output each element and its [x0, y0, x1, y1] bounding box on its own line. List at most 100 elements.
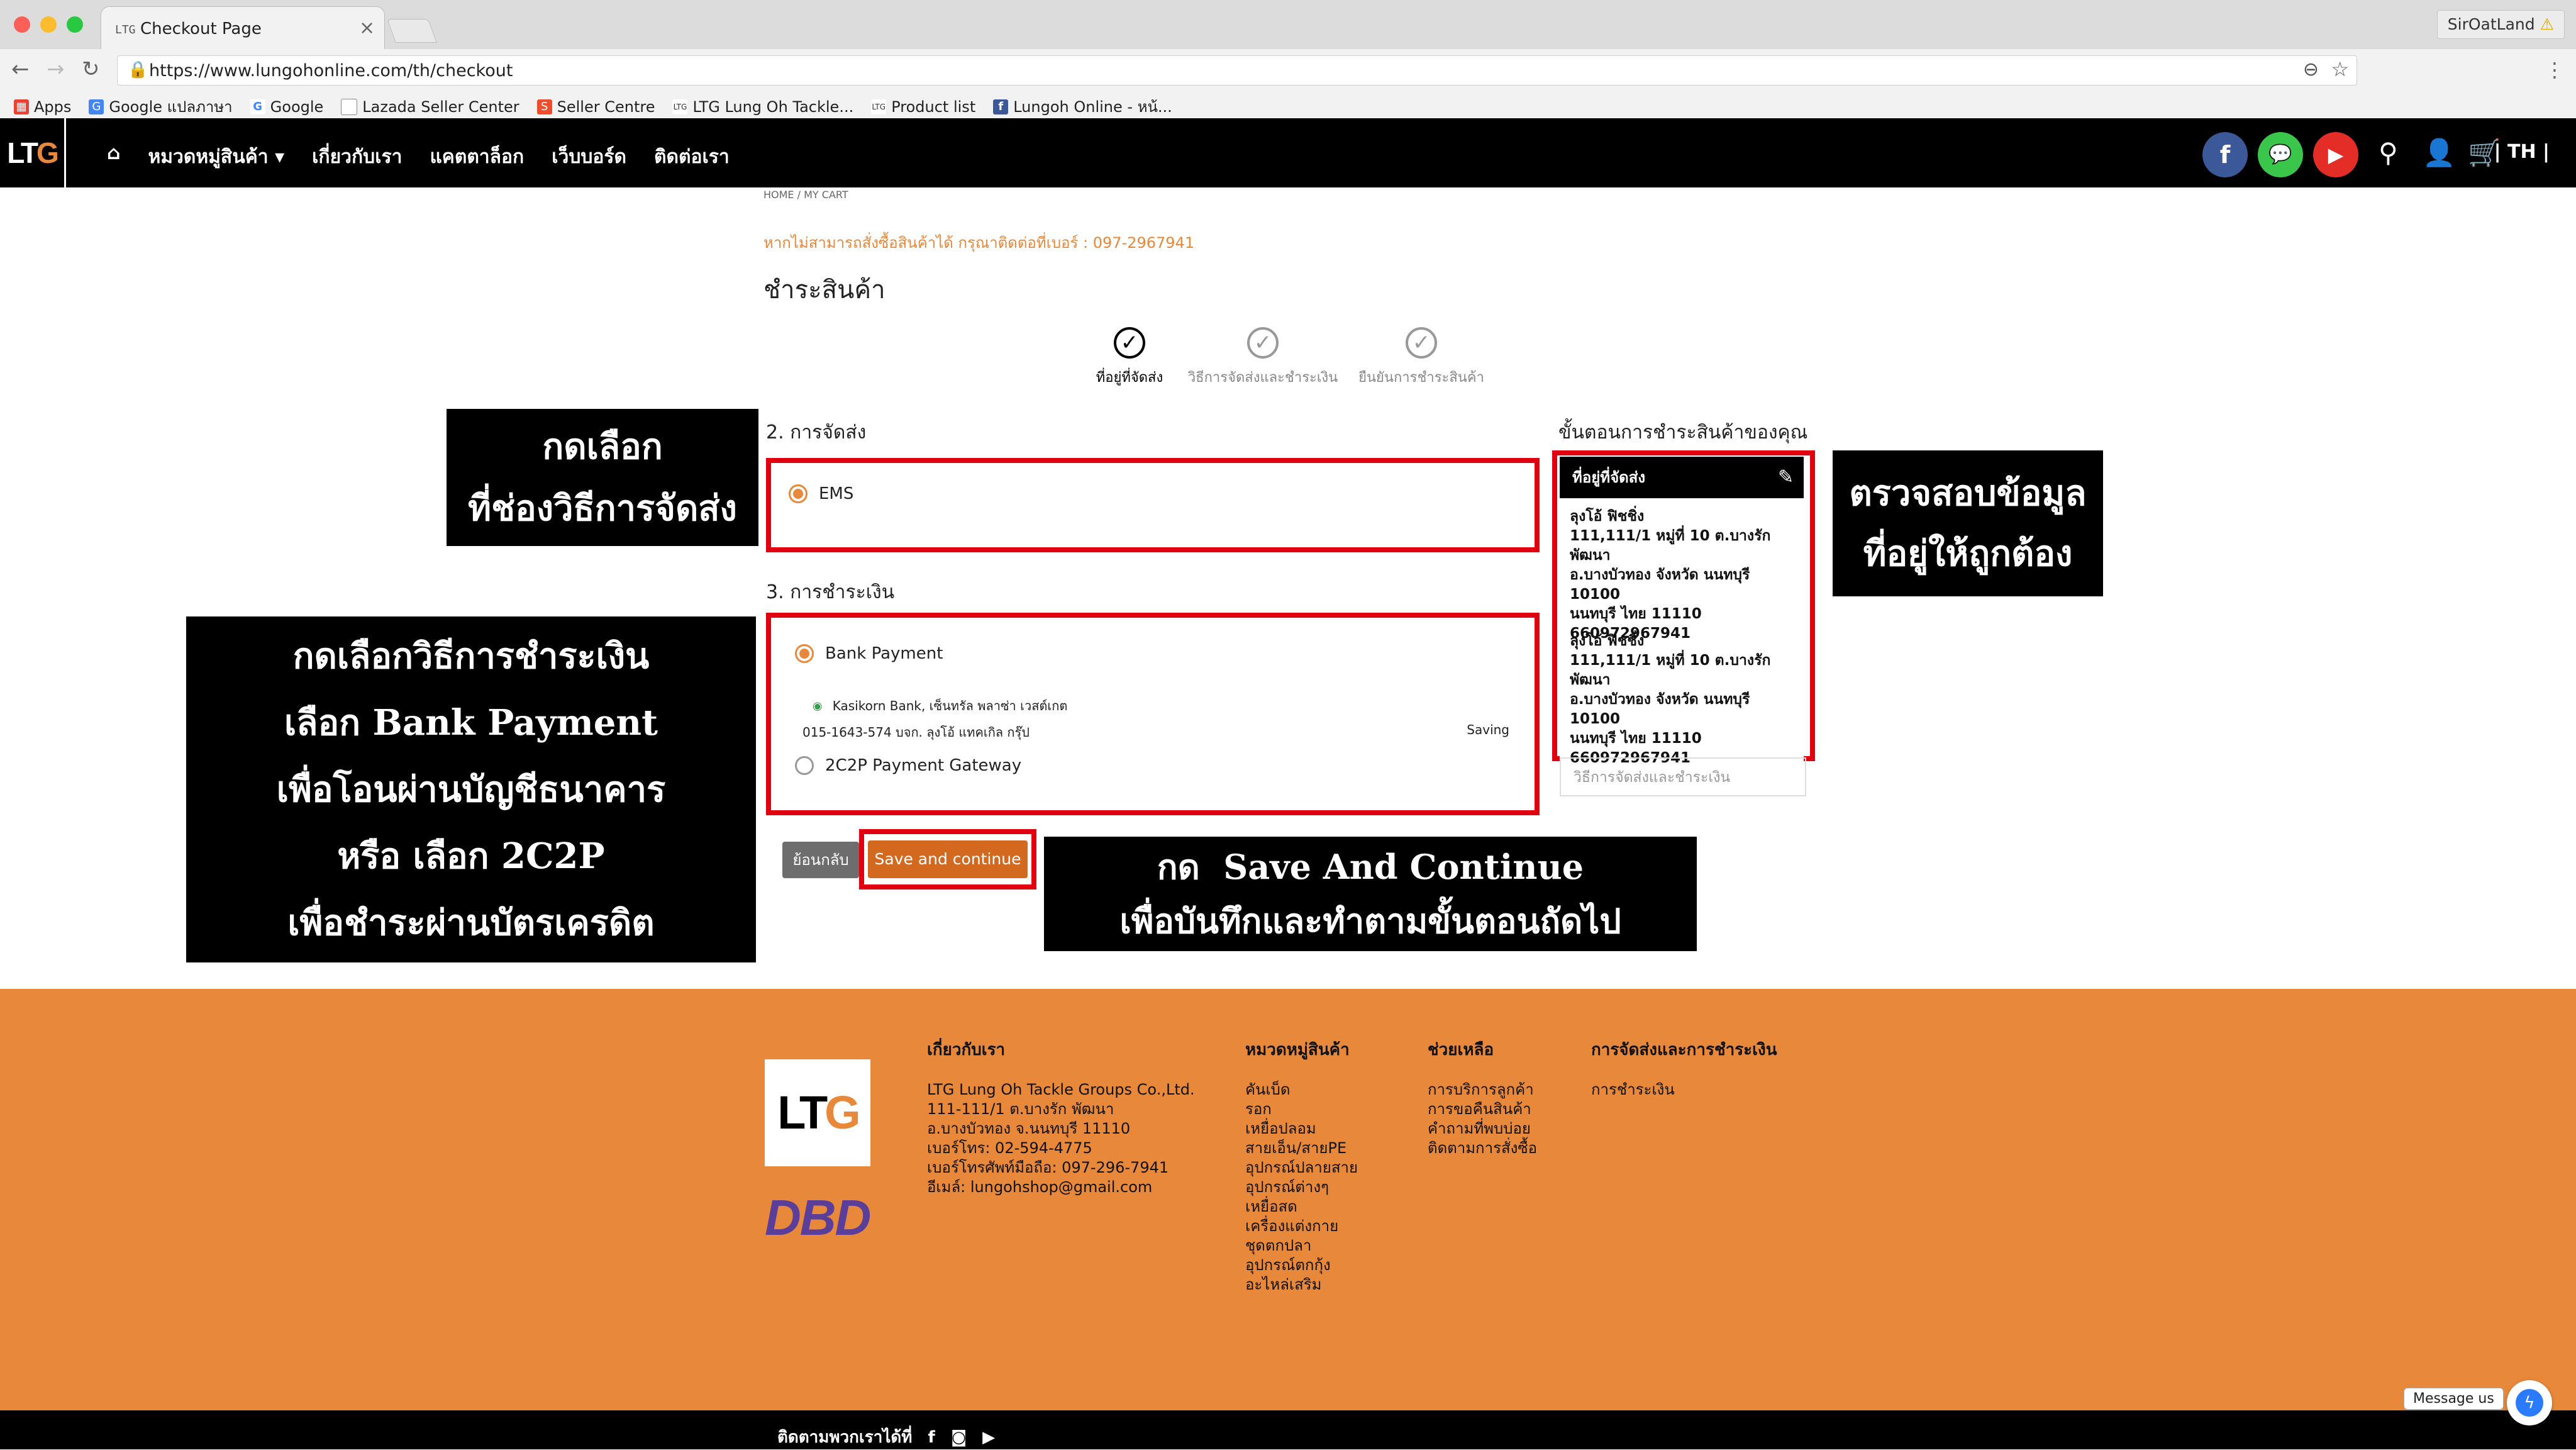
home-icon[interactable]: ⌂ [107, 142, 120, 172]
page-title: ชำระสินค้า [763, 276, 886, 304]
footer-link[interactable]: การชำระเงิน [1591, 1080, 1777, 1100]
tab-close-icon[interactable]: × [359, 17, 375, 39]
shipping-method-row[interactable]: วิธีการจัดส่งและชำระเงิน [1560, 757, 1806, 796]
nav-about[interactable]: เกี่ยวกับเรา [312, 142, 402, 172]
line-icon[interactable]: ◙ [951, 1428, 967, 1447]
facebook-icon[interactable]: f [928, 1428, 935, 1447]
shipping-heading: 2. การจัดส่ง [766, 421, 867, 443]
forward-arrow-icon[interactable]: → [47, 57, 65, 82]
browser-tab[interactable]: LTG Checkout Page × [101, 6, 385, 50]
messenger-label[interactable]: Message us [2404, 1388, 2504, 1410]
ems-radio[interactable] [789, 484, 808, 503]
bank-payment-radio[interactable] [795, 644, 814, 663]
site-logo[interactable]: LTG [0, 118, 66, 187]
maximize-window-icon[interactable] [67, 16, 83, 33]
bank-name: Kasikorn Bank, เซ็นทรัล พลาซ่า เวสต์เกต [832, 698, 1068, 713]
annotation-payment: กดเลือกวิธีการชำระเงิน เลือก Bank Paymen… [186, 616, 756, 962]
lock-icon: 🔒 [128, 60, 148, 79]
follow-us: ติดตามพวกเราได้ที่ f ◙ ▶ [777, 1428, 996, 1447]
address-block-2: ลุงโอ้ ฟิชชิ่ง 111,111/1 หมู่ที่ 10 ต.บา… [1570, 633, 1771, 766]
bank-info: ◉ Kasikorn Bank, เซ็นทรัล พลาซ่า เวสต์เก… [813, 696, 1067, 716]
bookmark-seller-centre[interactable]: S Seller Centre [536, 94, 655, 119]
payment-option-bank[interactable]: Bank Payment [795, 644, 943, 663]
bookmark-lazada[interactable]: Lazada Seller Center [341, 94, 519, 119]
payment-options-box: Bank Payment ◉ Kasikorn Bank, เซ็นทรัล พ… [766, 613, 1540, 815]
profile-name: SirOatLand [2447, 15, 2535, 33]
footer-link[interactable]: ติดตามการสั่งซื้อ [1428, 1139, 1537, 1158]
user-icon[interactable]: 👤 [2423, 137, 2455, 169]
browser-toolbar: ← → ↻ 🔒 https://www.lungohonline.com/th/… [0, 49, 2576, 91]
profile-button[interactable]: SirOatLand ⚠ [2436, 10, 2565, 39]
bookmark-google-translate[interactable]: G Google แปลภาษา [89, 94, 233, 119]
footer-link[interactable]: อุปกรณ์ต่างๆ [1245, 1178, 1358, 1197]
payment-option-2c2p[interactable]: 2C2P Payment Gateway [795, 756, 1021, 775]
nav-categories[interactable]: หมวดหมู่สินค้า ▾ [148, 142, 284, 172]
footer-link[interactable]: อุปกรณ์ตกกุ้ง [1245, 1256, 1358, 1275]
shipping-options-box: EMS [766, 458, 1540, 552]
nav-catalog[interactable]: แคตตาล็อก [430, 142, 524, 172]
footer-link[interactable]: คำถามที่พบบ่อย [1428, 1119, 1537, 1139]
language-selector[interactable]: | TH | [2494, 141, 2550, 163]
ltg-favicon-icon: LTG [672, 99, 688, 114]
breadcrumb: HOME / MY CART [763, 189, 848, 201]
footer-link[interactable]: เหยื่อปลอม [1245, 1119, 1358, 1139]
shopee-icon: S [536, 99, 552, 114]
bookmark-ltg[interactable]: LTG LTG Lung Oh Tackle... [672, 94, 853, 119]
address-panel-body: ลุงโอ้ ฟิชชิ่ง 111,111/1 หมู่ที่ 10 ต.บา… [1560, 498, 1804, 766]
line-icon[interactable]: 💬 [2258, 132, 2303, 177]
footer-link[interactable]: รอก [1245, 1100, 1358, 1119]
bookmark-star-icon[interactable]: ☆ [2331, 57, 2349, 81]
footer-link[interactable]: อะไหล่เสริม [1245, 1275, 1358, 1295]
footer-link[interactable]: ชุดตกปลา [1245, 1236, 1358, 1256]
footer-link[interactable]: การขอคืนสินค้า [1428, 1100, 1537, 1119]
shipping-option-ems[interactable]: EMS [789, 484, 853, 503]
bookmark-google[interactable]: G Google [250, 94, 323, 119]
address-block-1: ลุงโอ้ ฟิชชิ่ง 111,111/1 หมู่ที่ 10 ต.บา… [1570, 508, 1771, 642]
youtube-icon[interactable]: ▶ [982, 1428, 995, 1447]
account-type: Saving [1467, 722, 1509, 737]
bookmark-apps[interactable]: ▦ Apps [14, 94, 71, 119]
reload-icon[interactable]: ↻ [82, 57, 100, 82]
dbd-logo: DBD [765, 1190, 871, 1246]
browser-menu-icon[interactable]: ⋮ [2545, 58, 2565, 82]
close-window-icon[interactable] [14, 16, 30, 33]
messenger-button[interactable]: ϟ [2507, 1380, 2552, 1425]
messenger-icon: ϟ [2516, 1389, 2543, 1417]
ltg-favicon-icon: LTG [871, 99, 887, 114]
bookmark-lungoh-online[interactable]: f Lungoh Online - หน้... [993, 94, 1172, 119]
breadcrumb-home[interactable]: HOME [763, 189, 794, 201]
youtube-icon[interactable]: ▶ [2313, 132, 2358, 177]
back-button[interactable]: ย้อนกลับ [782, 842, 859, 878]
footer-link[interactable]: คันเบ็ด [1245, 1080, 1358, 1100]
address-bar[interactable]: 🔒 https://www.lungohonline.com/th/checko… [117, 55, 2357, 86]
browser-tab-bar: LTG Checkout Page × SirOatLand ⚠ [0, 0, 2576, 50]
search-icon[interactable]: ⚲ [2379, 137, 2398, 168]
annotation-shipping: กดเลือก ที่ช่องวิธีการจัดส่ง [447, 409, 758, 546]
save-and-continue-button[interactable]: Save and continue [868, 840, 1028, 878]
nav-webboard[interactable]: เว็บบอร์ด [552, 142, 626, 172]
facebook-icon[interactable]: f [2202, 132, 2248, 177]
footer-link[interactable]: เครื่องแต่งกาย [1245, 1217, 1358, 1236]
footer-bottom-bar: ติดตามพวกเราได้ที่ f ◙ ▶ [0, 1410, 2576, 1449]
footer-link[interactable]: อุปกรณ์ปลายสาย [1245, 1158, 1358, 1178]
annotation-address: ตรวจสอบข้อมูล ที่อยู่ให้ถูกต้อง [1833, 450, 2103, 596]
footer-help: ช่วยเหลือ การบริการลูกค้า การขอคืนสินค้า… [1428, 1040, 1538, 1158]
bookmark-product-list[interactable]: LTG Product list [871, 94, 975, 119]
footer-link[interactable]: การบริการลูกค้า [1428, 1080, 1537, 1100]
footer-link[interactable]: สายเอ็น/สายPE [1245, 1139, 1358, 1158]
zoom-icon[interactable]: ⊖ [2303, 59, 2319, 81]
warning-icon: ⚠ [2540, 15, 2554, 33]
site-footer: LTG DBD เกี่ยวกับเรา LTG Lung Oh Tackle … [0, 989, 2576, 1410]
footer-link[interactable]: เหยื่อสด [1245, 1197, 1358, 1217]
tab-favicon-icon: LTG [115, 23, 136, 36]
google-translate-icon: G [89, 99, 104, 114]
2c2p-radio[interactable] [795, 756, 814, 775]
back-arrow-icon[interactable]: ← [11, 57, 30, 82]
nav-contact[interactable]: ติดต่อเรา [654, 142, 730, 172]
minimize-window-icon[interactable] [40, 16, 57, 33]
url-text: https://www.lungohonline.com/th/checkout [149, 61, 513, 81]
pencil-icon[interactable]: ✎ [1778, 457, 1794, 498]
footer-categories: หมวดหมู่สินค้า คันเบ็ด รอก เหยื่อปลอม สา… [1245, 1040, 1358, 1295]
check-circle-icon: ✓ [1406, 327, 1437, 359]
new-tab-button[interactable] [387, 19, 437, 43]
